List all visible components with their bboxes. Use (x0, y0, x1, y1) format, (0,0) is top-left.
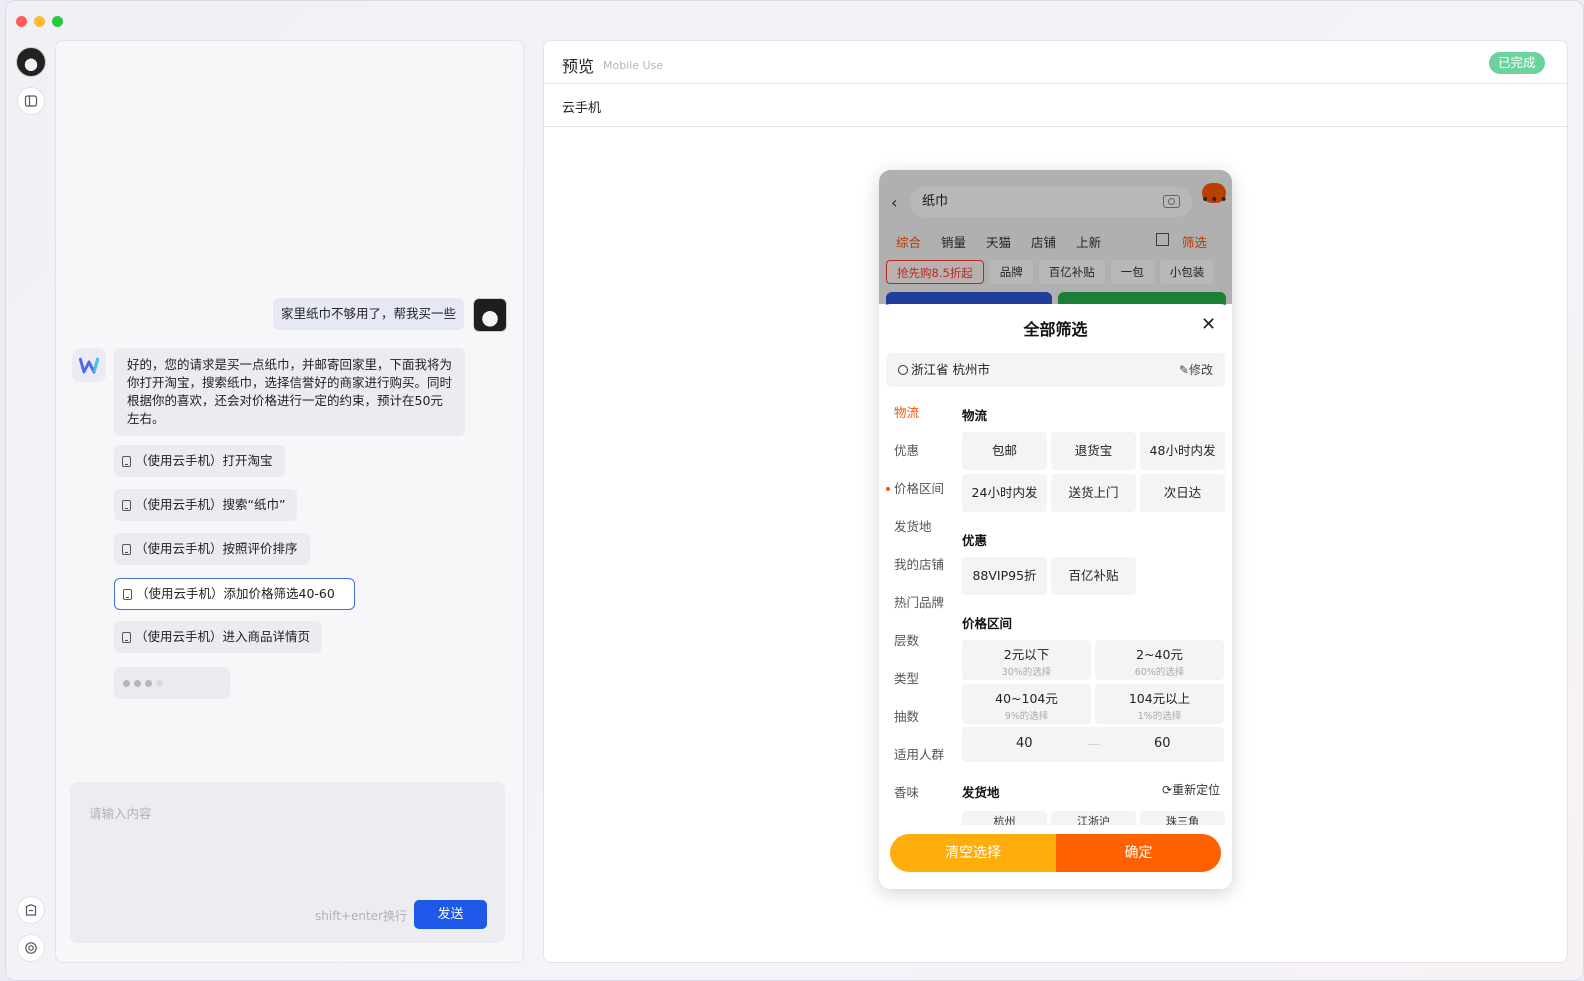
ship-option[interactable]: 杭州 (962, 811, 1047, 825)
step-item[interactable]: （使用云手机）打开淘宝 (114, 445, 285, 477)
filter-nav-item[interactable]: 香味 (879, 778, 954, 816)
assistant-logo-icon (72, 348, 106, 382)
filter-option[interactable]: 百亿补贴 (1051, 557, 1136, 595)
ship-option[interactable]: 珠三角 (1140, 811, 1225, 825)
filter-option[interactable]: 48小时内发 (1140, 432, 1225, 470)
phone-icon (122, 455, 131, 467)
status-badge: 已完成 (1489, 52, 1545, 74)
settings-icon (25, 942, 37, 954)
clear-selection-button[interactable]: 清空选择 (890, 834, 1056, 872)
step-item[interactable]: （使用云手机）搜索“纸巾” (114, 489, 298, 521)
newline-hint: shift+enter换行 (315, 909, 407, 923)
price-option[interactable]: 2~40元 60%的选择 (1095, 640, 1224, 680)
user-avatar (473, 298, 507, 332)
filter-option[interactable]: 送货上门 (1051, 474, 1136, 512)
location-bar: 浙江省 杭州市 ✎修改 (886, 353, 1225, 387)
filter-nav-item[interactable]: 发货地 (879, 512, 954, 550)
filter-option[interactable]: 24小时内发 (962, 474, 1047, 512)
divider (544, 126, 1567, 127)
message-input[interactable]: 请输入内容 (89, 803, 152, 822)
ship-option[interactable]: 江浙沪 (1051, 811, 1136, 825)
step-item-active[interactable]: （使用云手机）添加价格筛选40-60 (114, 578, 355, 610)
message-composer[interactable]: 请输入内容 shift+enter换行 发送 (70, 782, 505, 943)
preview-subtitle: Mobile Use (603, 59, 664, 72)
filter-option[interactable]: 退货宝 (1051, 432, 1136, 470)
window-zoom-button[interactable] (52, 16, 63, 27)
filter-sheet: 全部筛选 ✕ 浙江省 杭州市 ✎修改 物流 优惠 价格区间 发货地 我的店铺 热… (879, 304, 1232, 889)
filter-category-nav: 物流 优惠 价格区间 发货地 我的店铺 热门品牌 层数 类型 抽数 适用人群 香… (879, 398, 954, 816)
confirm-button[interactable]: 确定 (1056, 834, 1221, 872)
price-range-inputs: 40 60 (962, 727, 1224, 762)
edit-location-button[interactable]: ✎修改 (1179, 353, 1213, 387)
price-option[interactable]: 2元以下 30%的选择 (962, 640, 1091, 680)
sidebar-toggle-icon (24, 95, 38, 107)
tab-cloud-phone[interactable]: 云手机 (562, 97, 601, 116)
filter-nav-item[interactable]: 物流 (879, 398, 954, 436)
sheet-title: 全部筛选 (1023, 320, 1088, 339)
filter-nav-item[interactable]: 类型 (879, 664, 954, 702)
section-title: 发货地 (962, 785, 1000, 800)
window-minimize-button[interactable] (34, 16, 45, 27)
section-title: 价格区间 (962, 616, 1013, 631)
price-option[interactable]: 104元以上 1%的选择 (1095, 684, 1224, 724)
phone-icon (122, 499, 131, 511)
filter-option[interactable]: 次日达 (1140, 474, 1225, 512)
user-message: 家里纸巾不够用了，帮我买一些 (273, 298, 465, 330)
filter-nav-item[interactable]: 我的店铺 (879, 550, 954, 588)
phone-icon (123, 588, 132, 600)
step-item[interactable]: （使用云手机）进入商品详情页 (114, 621, 323, 653)
phone-screen: ‹ 纸巾 ••• 综合 销量 天猫 店铺 上新 筛选 抢先购8.5折起 品牌 百… (879, 170, 1232, 889)
price-option[interactable]: 40~104元 9%的选择 (962, 684, 1091, 724)
window-close-button[interactable] (16, 16, 27, 27)
profile-avatar[interactable] (16, 47, 46, 77)
price-min-input[interactable]: 40 (1016, 736, 1033, 751)
price-max-input[interactable]: 60 (1154, 736, 1171, 751)
section-title: 物流 (962, 408, 988, 423)
close-icon[interactable]: ✕ (1201, 314, 1216, 335)
settings-button[interactable] (17, 934, 45, 962)
modal-overlay[interactable] (879, 170, 1232, 304)
phone-icon (122, 543, 131, 555)
location-pin-icon (898, 365, 908, 375)
archive-button[interactable] (17, 896, 45, 924)
assistant-message: 好的，您的请求是买一点纸巾，并邮寄回家里，下面我将为你打开淘宝，搜索纸巾，选择信… (114, 348, 465, 436)
filter-nav-item[interactable]: 抽数 (879, 702, 954, 740)
archive-icon (25, 904, 37, 916)
range-dash (1088, 744, 1100, 745)
filter-nav-item[interactable]: 优惠 (879, 436, 954, 474)
filter-option[interactable]: 包邮 (962, 432, 1047, 470)
filter-nav-item[interactable]: 适用人群 (879, 740, 954, 778)
section-title: 优惠 (962, 533, 988, 548)
filter-nav-item[interactable]: 层数 (879, 626, 954, 664)
typing-indicator (114, 667, 230, 699)
refresh-icon: ⟳ (1162, 783, 1173, 797)
sidebar-toggle-button[interactable] (17, 87, 45, 115)
preview-title: 预览 (562, 57, 595, 76)
step-item[interactable]: （使用云手机）按照评价排序 (114, 533, 310, 565)
relocate-button[interactable]: ⟳重新定位 (1162, 781, 1220, 798)
send-button[interactable]: 发送 (414, 900, 487, 929)
filter-nav-item[interactable]: 价格区间 (879, 474, 954, 512)
filter-nav-item[interactable]: 热门品牌 (879, 588, 954, 626)
divider (544, 83, 1567, 84)
phone-icon (122, 631, 131, 643)
filter-option[interactable]: 88VIP95折 (962, 557, 1047, 595)
